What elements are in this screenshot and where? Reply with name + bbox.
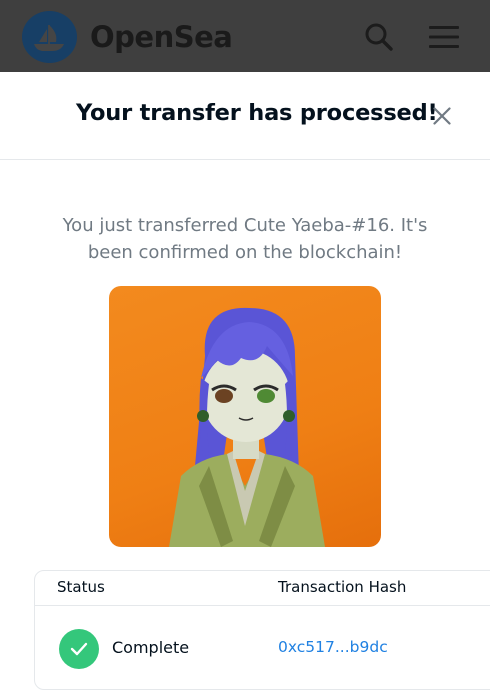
search-icon[interactable] xyxy=(362,20,396,54)
table-row: Complete 0xc517...b9dc xyxy=(35,606,490,689)
confirmation-message: You just transferred Cute Yaeba-#16. It'… xyxy=(62,215,428,263)
transaction-hash-link[interactable]: 0xc517...b9dc xyxy=(278,638,388,656)
opensea-logo-icon[interactable] xyxy=(22,11,77,63)
status-column-header: Status xyxy=(57,578,105,596)
nft-image xyxy=(109,286,381,547)
hash-column-header: Transaction Hash xyxy=(278,578,407,596)
close-icon[interactable] xyxy=(430,104,454,128)
brand-name[interactable]: OpenSea xyxy=(90,20,233,54)
checkmark-icon xyxy=(59,629,99,669)
table-header: Status Transaction Hash xyxy=(35,571,490,606)
top-navbar: OpenSea xyxy=(0,0,490,72)
modal-header: Your transfer has processed! xyxy=(0,72,490,160)
hamburger-menu-icon[interactable] xyxy=(426,22,462,52)
transfer-success-modal: Your transfer has processed! You just tr… xyxy=(0,72,490,695)
modal-title: Your transfer has processed! xyxy=(76,100,438,126)
status-value: Complete xyxy=(112,638,190,657)
transfer-details-table: Status Transaction Hash Complete 0xc517.… xyxy=(34,570,490,690)
